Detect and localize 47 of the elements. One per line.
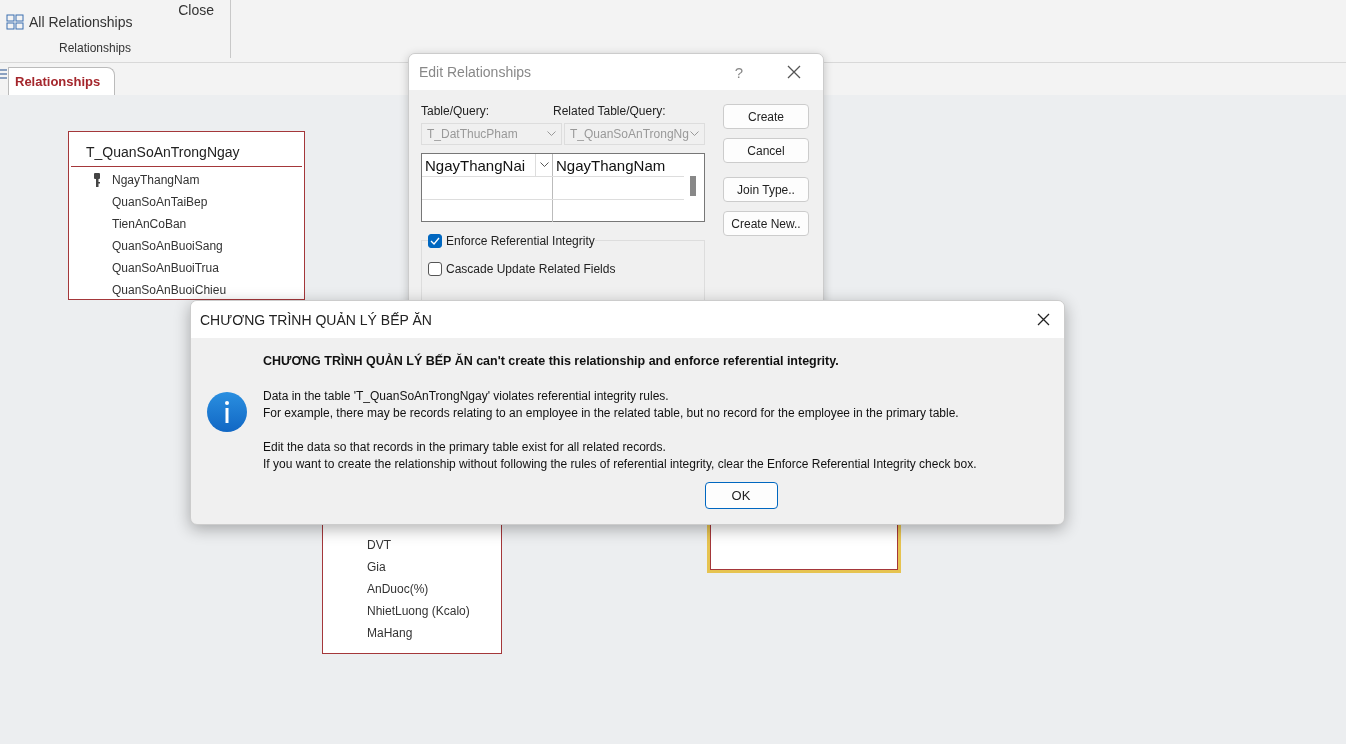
field-name[interactable]: Gia (367, 560, 386, 574)
info-icon (207, 392, 247, 432)
ok-button[interactable]: OK (704, 482, 778, 509)
field-name[interactable]: QuanSoAnBuoiSang (112, 239, 223, 253)
checkbox-label: Cascade Update Related Fields (446, 262, 616, 276)
field-label: Related Table/Query: (553, 104, 666, 118)
field-name[interactable]: QuanSoAnTaiBep (112, 195, 208, 209)
message-heading: CHƯƠNG TRÌNH QUẢN LÝ BẾP ĂN can't create this relationship and enforce referential integrity. (263, 354, 840, 368)
close-icon[interactable] (1037, 313, 1050, 326)
checkbox[interactable] (428, 262, 442, 276)
checkbox[interactable] (428, 234, 442, 248)
dialog-button[interactable]: Create (723, 104, 809, 129)
close-icon[interactable] (787, 65, 801, 79)
field-name[interactable]: AnDuoc(%) (367, 582, 429, 596)
message-text: If you want to create the relationship without following the rules of referential integrity, clear the Enforce Referential Integrity check box. (263, 456, 977, 473)
field-name[interactable]: QuanSoAnBuoiTrua (112, 261, 219, 275)
group-label: Relationships (57, 41, 132, 57)
field-name[interactable]: MaHang (367, 626, 413, 640)
field-name[interactable]: DVT (367, 538, 391, 552)
close-button[interactable]: Close (178, 2, 214, 18)
field-name[interactable]: QuanSoAnBuoiChieu (112, 283, 227, 297)
all-relationships-button[interactable]: All Relationships (6, 14, 133, 30)
checkbox-label: Enforce Referential Integrity (446, 234, 595, 248)
caret-icon (547, 131, 556, 137)
table-grid-icon (6, 14, 24, 30)
field-name[interactable]: TienAnCoBan (112, 217, 187, 231)
dialog-button[interactable]: Cancel (723, 138, 809, 163)
message-text: For example, there may be records relating to an employee in the related table, but no record for the employee in the primary table. (263, 405, 960, 422)
document-tab[interactable]: Relationships (8, 67, 116, 95)
help-button[interactable]: ? (728, 62, 749, 82)
field-name[interactable]: NhietLuong (Kcalo) (367, 604, 470, 618)
table-window[interactable]: T_QuanSoAnTrongNgay NgayThangNam QuanSoAnTaiBep TienAnCoBan QuanSoAnBuoiSang QuanSoAnBuoiTrua QuanSoAnBuoiChieu (68, 131, 305, 300)
scrollbar-thumb[interactable] (690, 176, 696, 196)
field-dropdown[interactable]: NgayThangNai (422, 154, 553, 176)
document-icon (0, 67, 8, 81)
grid-cell[interactable]: NgayThangNam (553, 154, 684, 176)
field-name[interactable]: NgayThangNam (112, 173, 200, 187)
dialog-title: Edit Relationships (419, 64, 533, 80)
table-title: T_QuanSoAnTrongNgay (71, 132, 302, 167)
dialog-title: CHƯƠNG TRÌNH QUẢN LÝ BẾP ĂN (200, 311, 433, 328)
caret-icon (690, 131, 699, 137)
message-text: Edit the data so that records in the primary table exist for all related records. (263, 439, 667, 456)
field-label: Table/Query: (421, 104, 491, 118)
dialog-button[interactable]: Create New.. (723, 211, 809, 236)
message-text: Data in the table 'T_QuanSoAnTrongNgay' violates referential integrity rules. (263, 388, 670, 405)
dialog-button[interactable]: Join Type.. (723, 177, 809, 202)
caret-icon (539, 162, 549, 168)
